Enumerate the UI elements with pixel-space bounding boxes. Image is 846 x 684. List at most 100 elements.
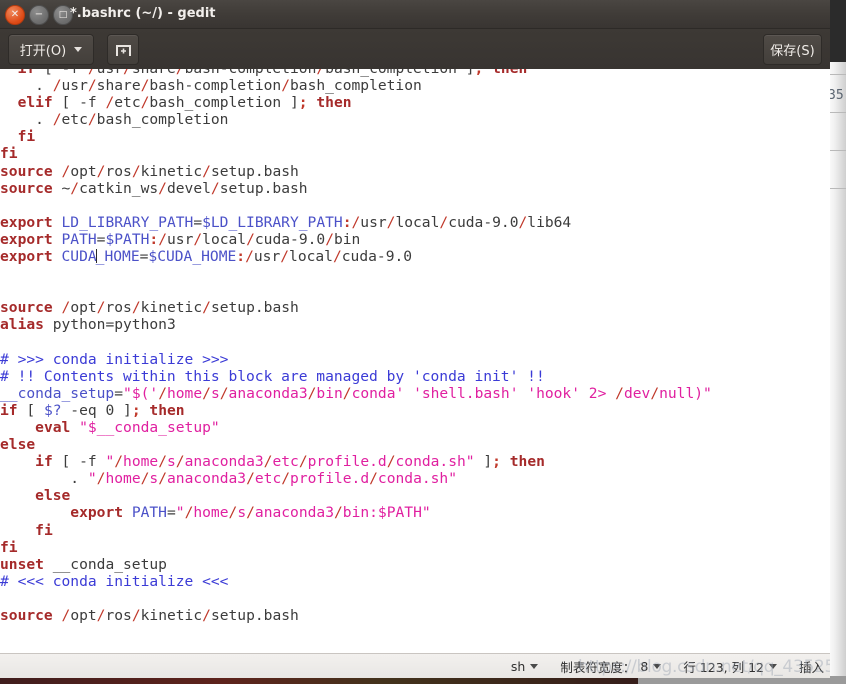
code-token: : [342, 213, 352, 231]
code-token: / [439, 213, 449, 231]
code-token: / [210, 179, 220, 197]
code-token: ~ [52, 179, 71, 197]
minimize-icon[interactable]: − [29, 5, 49, 25]
code-token: profile.d [290, 470, 370, 488]
screen: 35 ✕ − □ *.bashrc (~/) - gedit 打开(O) 保存(… [0, 0, 846, 684]
code-token: / [650, 384, 660, 402]
code-line: if [ $? -eq 0 ]; then [0, 402, 712, 419]
code-token: / [369, 470, 378, 488]
new-document-button[interactable] [107, 34, 139, 65]
cursor-position[interactable]: 行 123, 列 12 [683, 657, 777, 676]
code-token: "$__conda_setup" [79, 418, 220, 436]
code-token: / [202, 607, 211, 624]
code-token: kinetic [140, 299, 203, 317]
code-token: -eq 0 ] [61, 401, 132, 419]
source-code[interactable]: if [ -f /usr/share/bash-completion/bash_… [0, 69, 712, 624]
code-token: $LD_LIBRARY_PATH [202, 213, 343, 231]
code-token: . [0, 77, 53, 95]
code-token: / [158, 230, 167, 248]
editor-area[interactable]: if [ -f /usr/share/bash-completion/bash_… [0, 69, 830, 653]
code-token: home [166, 384, 203, 402]
code-line: __conda_setup="$('/home/s/anaconda3/bin/… [0, 385, 712, 402]
code-token: bash-completion [149, 77, 282, 95]
code-token: / [158, 470, 168, 488]
code-token: etc [114, 94, 141, 112]
code-token: share [132, 69, 176, 77]
code-line: fi [0, 539, 712, 556]
code-token: anaconda3 [167, 470, 247, 488]
code-token: / [87, 111, 97, 129]
code-token: bash-completion [185, 69, 317, 77]
code-token: ; [492, 453, 501, 471]
code-token: anaconda3 [254, 504, 334, 522]
code-line: fi [0, 522, 712, 539]
code-line: source /opt/ros/kinetic/setup.bash [0, 299, 712, 316]
code-token: [ [17, 401, 44, 419]
tab-width-label: 制表符宽度： [560, 659, 636, 675]
code-token: / [52, 77, 62, 95]
code-token: / [281, 77, 290, 95]
code-token: / [70, 179, 80, 197]
code-token: etc [61, 111, 88, 129]
code-token: PATH [131, 504, 167, 522]
code-token: bash_completion ] [149, 94, 299, 112]
code-token: ] [474, 453, 493, 471]
titlebar[interactable]: ✕ − □ *.bashrc (~/) - gedit [0, 0, 830, 29]
save-button[interactable]: 保存(S) [763, 34, 822, 65]
code-token: export [70, 504, 124, 522]
code-token: local [202, 230, 247, 248]
code-token: devel [166, 179, 211, 197]
code-line: alias python=python3 [0, 316, 712, 333]
code-token: [ -f [52, 94, 106, 112]
code-token: null)" [659, 384, 712, 402]
code-token: usr [61, 77, 88, 95]
code-token: : [149, 230, 159, 248]
code-token: bin [333, 230, 361, 248]
code-token: then [316, 94, 352, 112]
code-token: usr [253, 248, 281, 266]
code-token: [ -f [35, 69, 88, 77]
code-token: anaconda3 [228, 384, 308, 402]
code-token: / [61, 162, 71, 180]
language-selector[interactable]: sh [511, 659, 539, 674]
close-icon[interactable]: ✕ [5, 5, 25, 25]
code-line: source ~/catkin_ws/devel/setup.bash [0, 180, 712, 197]
code-token: / [193, 230, 203, 248]
code-token: . [0, 470, 88, 488]
code-token: / [61, 299, 71, 317]
code-line: . /usr/share/bash-completion/bash_comple… [0, 77, 712, 94]
code-token: bash_completion ] [325, 69, 474, 77]
code-token: / [131, 162, 141, 180]
code-token: / [114, 453, 124, 471]
code-token: ; [298, 94, 308, 112]
statusbar: sh 制表符宽度： 8 行 123, 列 12 插入 [0, 653, 830, 678]
code-token: etc [254, 470, 282, 488]
code-token: home [105, 470, 141, 488]
code-token: $PATH [105, 230, 150, 248]
insert-mode[interactable]: 插入 [799, 657, 824, 676]
code-token: eval [35, 418, 71, 436]
open-button-label: 打开(O) [19, 44, 67, 59]
code-token: = [166, 504, 176, 522]
tab-width-selector[interactable]: 制表符宽度： 8 [560, 657, 662, 676]
code-token: anaconda3 [184, 453, 264, 471]
code-token: / [87, 77, 97, 95]
code-token: dev [623, 384, 651, 402]
code-line: fi [0, 145, 712, 162]
code-token: then [149, 401, 185, 419]
code-token: ; [475, 69, 484, 77]
open-button[interactable]: 打开(O) [8, 34, 94, 65]
code-token: s [237, 504, 247, 522]
code-token: / [615, 384, 624, 402]
code-line: . "/home/s/anaconda3/etc/profile.d/conda… [0, 470, 712, 487]
code-token: "$(' [123, 384, 159, 402]
code-token: fi [0, 538, 18, 556]
code-token: else [35, 487, 71, 505]
code-token: ros [105, 299, 132, 317]
